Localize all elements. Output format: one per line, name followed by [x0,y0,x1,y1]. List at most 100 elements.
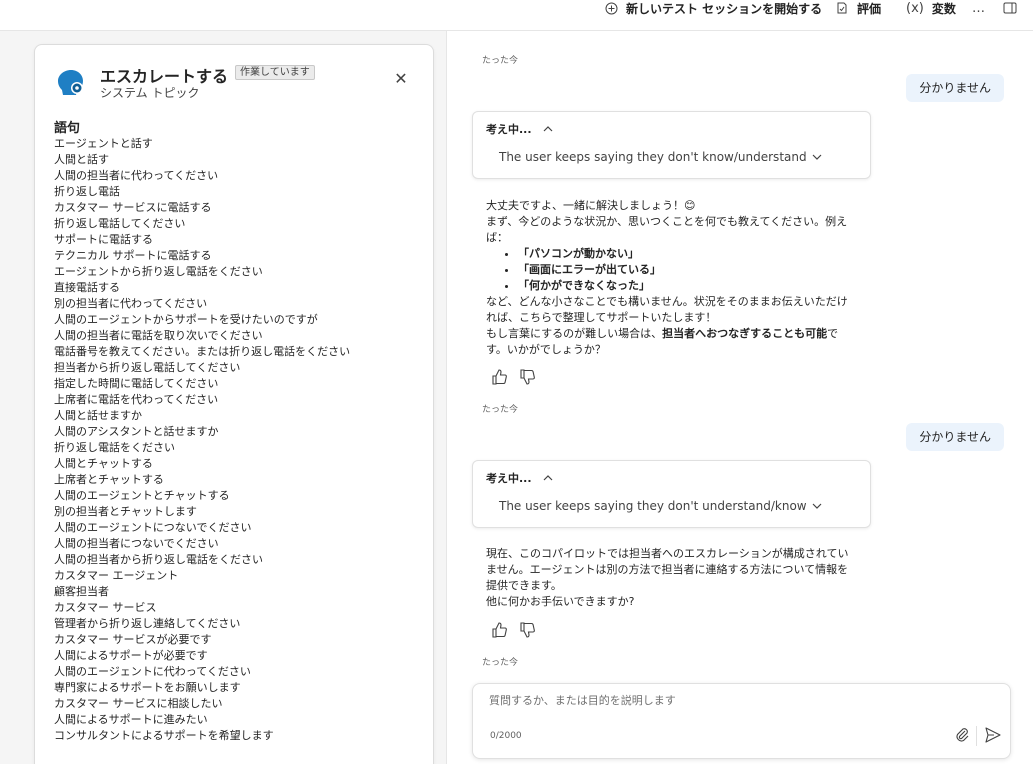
bot-message-line: 大丈夫ですよ、一緒に解決しましょう！😊 [486,199,696,212]
phrase-item: 別の担当者とチャットします [54,505,197,518]
list-item: 「パソコンが動かない」 [518,247,639,260]
phrase-item: 専門家によるサポートをお願いします [54,681,241,694]
phrase-item: 人間のエージェントに代わってください [54,665,251,678]
bot-message-emphasis: 担当者へおつなぎすることも可能 [662,327,828,340]
phrase-item: 人間の担当者につないでください [54,537,219,550]
bot-message-text: もし言葉にするのが難しい場合は、 [486,327,663,340]
new-test-session-button[interactable]: 新しいテスト セッションを開始する [605,0,822,16]
phrase-item: カスタマー サービス [54,601,157,614]
phrase-item: 担当者から折り返し電話してください [54,361,241,374]
bot-message-line: もし言葉にするのが難しい場合は、担当者へおつなぎすることも可能です。いかがでしょ… [486,326,856,358]
thinking-label: 考え中... [486,121,553,137]
phrase-item: 指定した時間に電話してください [54,377,219,390]
thumbs-down-icon[interactable] [518,621,536,639]
panel-icon [1003,2,1017,14]
phrase-item: 人間のエージェントからサポートを受けたいのですが [54,313,318,326]
chat-panel: たった今 分かりません 考え中... The user keeps saying… [448,31,1033,764]
more-icon: … [972,0,985,16]
phrase-item: 管理者から折り返し連絡してください [54,617,241,630]
close-icon: ✕ [394,69,408,88]
phrase-item: 上席者に電話を代わってください [54,393,219,406]
phrase-item: 人間のアシスタントと話せますか [54,425,219,438]
bot-message: 大丈夫ですよ、一緒に解決しましょう！😊 まず、今どのような状況か、思いつくことを… [486,198,856,358]
thinking-label-text: 考え中... [486,123,532,136]
thinking-label-text: 考え中... [486,472,532,485]
bot-message-line: 他に何かお手伝いできますか? [486,595,635,608]
thumbs-up-icon[interactable] [490,368,508,386]
chat-input-box: 0/2000 [472,683,1011,759]
thinking-card[interactable]: 考え中... The user keeps saying they don't … [472,111,871,179]
phrase-item: カスタマー サービスに相談したい [54,697,223,710]
attach-icon[interactable] [953,726,971,744]
variables-button[interactable]: (x) 変数 [906,0,956,16]
topic-subtitle: システム トピック [100,86,200,100]
evaluate-icon [837,2,847,14]
thumbs-up-icon[interactable] [490,621,508,639]
bot-message-line: まず、今どのような状況か、思いつくことを何でも教えてください。例えば： [486,215,848,244]
phrase-item: 折り返し電話してください [54,217,186,230]
phrases-heading: 語句 [54,121,81,136]
thinking-card[interactable]: 考え中... The user keeps saying they don't … [472,460,871,528]
close-button[interactable]: ✕ [391,69,411,89]
user-message: 分かりません [906,74,1004,102]
phrase-item: 顧客担当者 [54,585,109,598]
new-test-session-label: 新しいテスト セッションを開始する [626,1,823,16]
phrase-item: 折り返し電話をください [54,441,175,454]
thinking-summary[interactable]: The user keeps saying they don't know/un… [499,150,822,164]
divider [976,726,977,746]
phrase-item: 上席者とチャットする [54,473,164,486]
thinking-summary-text: The user keeps saying they don't underst… [499,499,807,513]
variable-icon: (x) [906,0,924,16]
phrase-item: テクニカル サポートに電話する [54,249,212,262]
chevron-up-icon [543,126,553,132]
thinking-summary-text: The user keeps saying they don't know/un… [499,150,807,164]
topic-card: エスカレートする 作業しています システム トピック ✕ 語句 エージェントと話… [34,44,434,764]
bot-message-list: 「パソコンが動かない」 「画面にエラーが出ている」 「何かができなくなった」 [486,246,856,294]
phrase-item: コンサルタントによるサポートを希望します [54,729,274,742]
chevron-down-icon [812,154,822,160]
panel-toggle-button[interactable] [1003,0,1017,16]
user-message: 分かりません [906,423,1004,451]
phrase-item: 別の担当者に代わってください [54,297,208,310]
phrase-item: 人間の担当者に代わってください [54,169,219,182]
list-item: 「何かができなくなった」 [518,279,650,292]
evaluate-button[interactable]: 評価 [835,0,881,16]
phrase-item: 人間のエージェントにつないでください [54,521,252,534]
phrase-item: 人間と話せますか [54,409,142,422]
feedback-row [490,368,536,386]
phrase-item: 人間の担当者に電話を取り次いでください [54,329,263,342]
phrase-item: 人間と話す [54,153,109,166]
bot-message-line: など、どんな小さなことでも構いません。状況をそのままお伝えいただければ、こちらで… [486,295,848,324]
thinking-label: 考え中... [486,470,553,486]
bot-message-line: 現在、このコパイロットでは担当者へのエスカレーションが構成されていません。エージ… [486,547,849,592]
chat-input[interactable] [489,692,989,712]
phrase-item: エージェントから折り返し電話をください [54,265,263,278]
list-item: 「画面にエラーが出ている」 [518,263,661,276]
phrase-item: カスタマー サービスが必要です [54,633,212,646]
phrase-item: 人間によるサポートが必要です [54,649,208,662]
phrase-item: エージェントと話す [54,137,153,150]
evaluate-label: 評価 [857,1,882,16]
chevron-down-icon [812,503,822,509]
send-icon[interactable] [984,726,1002,744]
thumbs-down-icon[interactable] [518,368,536,386]
top-toolbar: 新しいテスト セッションを開始する 評価 (x) 変数 … [0,0,1033,31]
phrase-item: 電話番号を教えてください。または折り返し電話をください [54,345,351,358]
feedback-row [490,621,536,639]
topic-icon [58,70,83,95]
phrase-item: 直接電話する [54,281,120,294]
phrase-item: 人間によるサポートに進みたい [54,713,208,726]
more-button[interactable]: … [972,0,985,16]
thinking-summary[interactable]: The user keeps saying they don't underst… [499,499,822,513]
phrase-item: カスタマー エージェント [54,569,179,582]
status-badge: 作業しています [235,65,315,80]
phrase-item: 人間の担当者から折り返し電話をください [54,553,263,566]
message-timestamp: たった今 [482,56,519,66]
add-icon [605,2,618,14]
message-timestamp: たった今 [482,405,519,415]
phrase-item: 人間とチャットする [54,457,153,470]
phrase-item: サポートに電話する [54,233,153,246]
variables-label: 変数 [931,1,956,16]
phrase-item: 折り返し電話 [54,185,120,198]
phrase-item: 人間のエージェントとチャットする [54,489,230,502]
